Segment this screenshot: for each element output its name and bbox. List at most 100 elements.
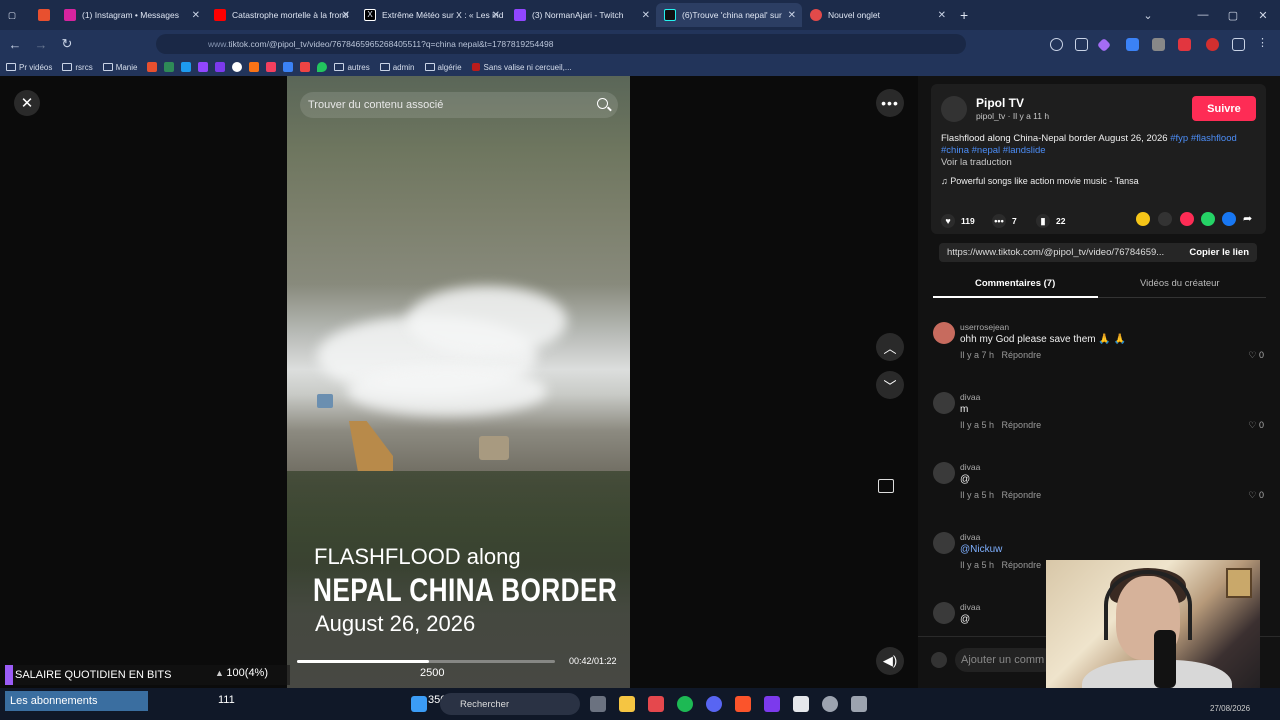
notepad-icon[interactable]: [793, 696, 809, 712]
close-window-icon[interactable]: ✕: [1248, 0, 1278, 30]
coin-icon[interactable]: [1136, 212, 1150, 226]
save-stat[interactable]: ▮ 22: [1036, 214, 1065, 228]
music-row[interactable]: ♫ Powerful songs like action movie music…: [941, 176, 1139, 186]
close-tab-icon[interactable]: ✕: [192, 10, 200, 21]
whatsapp-icon[interactable]: [1201, 212, 1215, 226]
more-options-button[interactable]: •••: [876, 89, 904, 117]
bookmark-folder[interactable]: autres: [334, 63, 370, 72]
account-icon[interactable]: [1050, 38, 1063, 51]
comment-text[interactable]: @Nickuw: [960, 544, 1002, 555]
close-tab-icon[interactable]: ✕: [642, 10, 650, 21]
sidebar-icon[interactable]: [1232, 38, 1245, 51]
bookmark-folder[interactable]: admin: [379, 63, 415, 72]
settings-icon[interactable]: [851, 696, 867, 712]
discord-icon[interactable]: [706, 696, 722, 712]
taskbar-search[interactable]: Rechercher: [440, 693, 580, 715]
tab-actions-icon[interactable]: ▢: [0, 3, 30, 27]
maximize-icon[interactable]: ▢: [1218, 0, 1248, 30]
pip-icon[interactable]: [878, 479, 894, 493]
comment-like[interactable]: ♡ 0: [1248, 420, 1264, 431]
close-player-button[interactable]: ✕: [14, 90, 40, 116]
next-video-button[interactable]: ﹀: [876, 371, 904, 399]
commenter-avatar[interactable]: [933, 462, 955, 484]
comment-stat[interactable]: ••• 7: [992, 214, 1017, 228]
commenter-avatar[interactable]: [933, 392, 955, 414]
close-tab-icon[interactable]: ✕: [342, 10, 350, 21]
reply-button[interactable]: Répondre: [1002, 350, 1042, 360]
commenter-name[interactable]: divaa: [960, 532, 980, 542]
commenter-name[interactable]: userrosejean: [960, 322, 1009, 332]
author-name[interactable]: Pipol TV: [976, 96, 1024, 110]
video-progress-bar[interactable]: [297, 660, 555, 663]
comment-like[interactable]: ♡ 0: [1248, 490, 1264, 501]
bookmark-icon[interactable]: [283, 62, 294, 72]
extension-red-icon[interactable]: [1206, 38, 1219, 51]
bookmark-icon[interactable]: [249, 62, 260, 72]
spotify-icon[interactable]: [677, 696, 693, 712]
close-tab-icon[interactable]: ✕: [788, 10, 796, 21]
commenter-name[interactable]: divaa: [960, 462, 980, 472]
adblock-icon[interactable]: [1178, 38, 1191, 51]
extension-diamond-icon[interactable]: [1096, 37, 1112, 53]
obs-heart-icon[interactable]: [764, 696, 780, 712]
hashtags[interactable]: #china #nepal #landslide: [941, 145, 1046, 156]
tab-new[interactable]: Nouvel onglet ✕: [802, 3, 952, 27]
url-field[interactable]: www. tiktok.com/@pipol_tv/video/767846596…: [156, 34, 966, 54]
minimize-icon[interactable]: —: [1188, 0, 1218, 30]
menu-icon[interactable]: ⋮: [1257, 36, 1270, 49]
bookmark-icon[interactable]: [266, 62, 277, 72]
commenter-name[interactable]: divaa: [960, 392, 980, 402]
like-stat[interactable]: ♥ 119: [941, 214, 975, 228]
embed-icon[interactable]: [1158, 212, 1172, 226]
tab-comments[interactable]: Commentaires (7): [975, 278, 1055, 289]
volume-button[interactable]: ◀): [876, 647, 904, 675]
pinned-tab[interactable]: [30, 3, 56, 27]
windows-start-icon[interactable]: [411, 696, 427, 712]
related-search-input[interactable]: Trouver du contenu associé: [300, 92, 618, 118]
reply-button[interactable]: Répondre: [1002, 490, 1042, 500]
commenter-avatar[interactable]: [933, 602, 955, 624]
back-icon[interactable]: ←: [2, 37, 28, 52]
reply-button[interactable]: Répondre: [1002, 560, 1042, 570]
bookmark-folder[interactable]: rsrcs: [62, 63, 93, 72]
extension-blue-icon[interactable]: [1126, 38, 1139, 51]
facebook-icon[interactable]: [1222, 212, 1236, 226]
bookmark-folder[interactable]: Pr vidéos: [6, 63, 52, 72]
hashtags[interactable]: #fyp #flashflood: [1170, 133, 1237, 144]
copy-link-button[interactable]: Copier le lien: [1189, 247, 1249, 258]
tab-twitch[interactable]: (3) NormanAjari - Twitch ✕: [506, 3, 656, 27]
reply-button[interactable]: Répondre: [1002, 420, 1042, 430]
share-arrow-icon[interactable]: ➦: [1243, 212, 1257, 226]
tab-creator-videos[interactable]: Vidéos du créateur: [1140, 278, 1220, 289]
search-icon[interactable]: [597, 98, 608, 109]
send-icon[interactable]: [1180, 212, 1194, 226]
tab-x[interactable]: X Extrême Météo sur X : « Les ind ✕: [356, 3, 506, 27]
previous-video-button[interactable]: ︿: [876, 333, 904, 361]
tab-instagram[interactable]: (1) Instagram • Messages ✕: [56, 3, 206, 27]
close-tab-icon[interactable]: ✕: [492, 10, 500, 21]
forward-icon[interactable]: →: [28, 37, 54, 52]
comment-like[interactable]: ♡ 0: [1248, 350, 1264, 361]
new-tab-button[interactable]: +: [952, 3, 982, 27]
tab-catastrophe[interactable]: Catastrophe mortelle à la fronti ✕: [206, 3, 356, 27]
tab-tiktok[interactable]: (6)Trouve 'china nepal' sur ✕: [656, 3, 802, 27]
bookmark-icon[interactable]: [215, 62, 226, 72]
brave-icon[interactable]: [735, 696, 751, 712]
author-avatar[interactable]: [941, 96, 967, 122]
reload-icon[interactable]: ↻: [54, 36, 80, 52]
add-comment-input[interactable]: Ajouter un comm: [955, 648, 1055, 672]
bookmark-folder[interactable]: Manie: [102, 63, 137, 72]
bluesky-icon[interactable]: [181, 62, 192, 72]
extensions-icon[interactable]: [1075, 38, 1088, 51]
bookmark-icon[interactable]: [164, 62, 175, 72]
bookmark-icon[interactable]: [300, 62, 311, 72]
obs-icon[interactable]: [822, 696, 838, 712]
bookmark-icon[interactable]: [147, 62, 158, 72]
commenter-name[interactable]: divaa: [960, 602, 980, 612]
twitch-icon[interactable]: [198, 62, 209, 72]
close-tab-icon[interactable]: ✕: [938, 10, 946, 21]
see-translation-link[interactable]: Voir la traduction: [941, 157, 1012, 168]
bookmark-icon[interactable]: [232, 62, 243, 72]
app-icon[interactable]: [648, 696, 664, 712]
bookmark-folder[interactable]: algérie: [424, 63, 462, 72]
